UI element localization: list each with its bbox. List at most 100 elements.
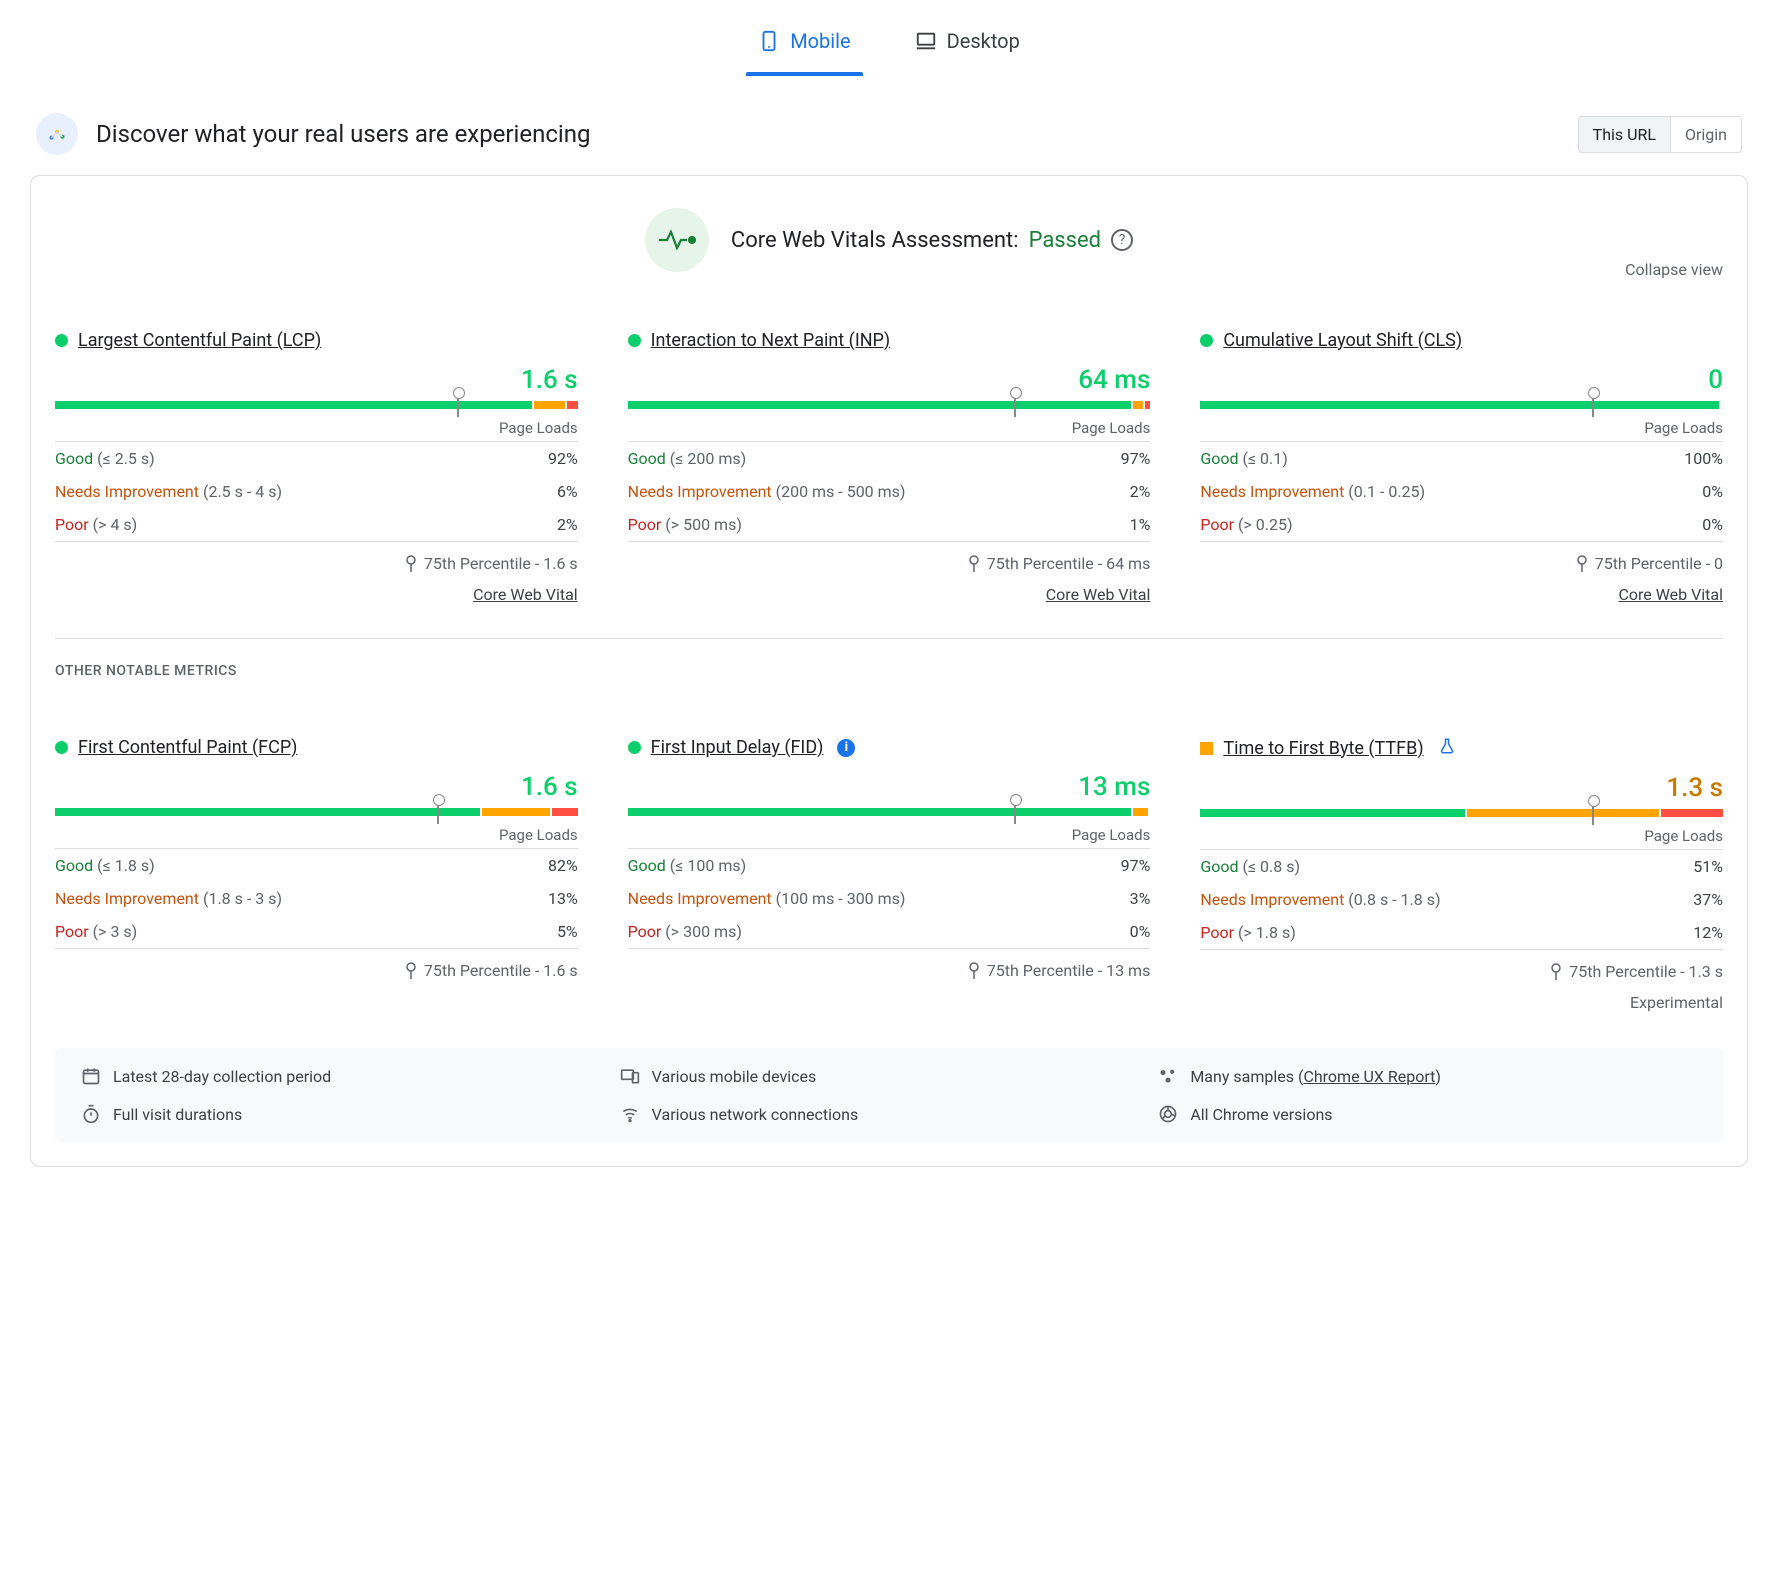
distribution-bar [628,401,1151,409]
status-dot-good [1200,334,1213,347]
percentile-row: 75th Percentile - 1.6 s [55,961,578,980]
core-web-vital-link[interactable]: Core Web Vital [55,585,578,604]
page-loads-label: Page Loads [1200,419,1723,437]
page-loads-label: Page Loads [628,419,1151,437]
desktop-icon [915,26,937,56]
header-row: Discover what your real users are experi… [30,113,1748,155]
percentile-row: 75th Percentile - 13 ms [628,961,1151,980]
footer-collection: Latest 28-day collection period [81,1066,620,1086]
page-loads-label: Page Loads [1200,827,1723,845]
metric-lcp: Largest Contentful Paint (LCP) 1.6 s Pag… [55,330,578,604]
distribution-bar [1200,809,1723,817]
distribution-bar [55,401,578,409]
metric-name-link[interactable]: Largest Contentful Paint (LCP) [78,330,321,351]
other-metrics-heading: OTHER NOTABLE METRICS [55,663,1723,679]
status-square-ni [1200,742,1213,755]
status-dot-good [55,741,68,754]
metric-value: 13 ms [628,772,1151,802]
distribution-table: Good (≤ 100 ms)97% Needs Improvement (10… [628,848,1151,949]
distribution-bar [1200,401,1723,409]
distribution-table: Good (≤ 2.5 s)92% Needs Improvement (2.5… [55,441,578,542]
metric-ttfb: Time to First Byte (TTFB) 1.3 s Page Loa… [1200,737,1723,1012]
metric-value: 1.6 s [55,772,578,802]
percentile-marker [1592,393,1594,417]
percentile-marker [1592,801,1594,825]
page-title: Discover what your real users are experi… [96,120,590,148]
assessment-status: Passed [1029,228,1102,253]
collapse-view-link[interactable]: Collapse view [1625,260,1723,279]
header-left: Discover what your real users are experi… [36,113,590,155]
samples-icon [1158,1066,1178,1086]
percentile-row: 75th Percentile - 1.6 s [55,554,578,573]
tab-desktop[interactable]: Desktop [903,10,1032,76]
metric-value: 64 ms [628,365,1151,395]
assessment-label: Core Web Vitals Assessment: [731,228,1019,253]
stopwatch-icon [81,1104,101,1124]
percentile-marker [1014,393,1016,417]
footer-versions: All Chrome versions [1158,1104,1697,1124]
distribution-table: Good (≤ 0.1)100% Needs Improvement (0.1 … [1200,441,1723,542]
percentile-marker [437,800,439,824]
wifi-icon [620,1104,640,1124]
core-metrics-grid: Largest Contentful Paint (LCP) 1.6 s Pag… [55,330,1723,604]
metric-fcp: First Contentful Paint (FCP) 1.6 s Page … [55,737,578,1012]
metric-fid: First Input Delay (FID) i 13 ms Page Loa… [628,737,1151,1012]
distribution-table: Good (≤ 0.8 s)51% Needs Improvement (0.8… [1200,849,1723,950]
distribution-table: Good (≤ 200 ms)97% Needs Improvement (20… [628,441,1151,542]
chrome-icon [1158,1104,1178,1124]
pin-icon [1549,963,1563,981]
distribution-bar [628,808,1151,816]
percentile-marker [457,393,459,417]
metric-name-link[interactable]: Time to First Byte (TTFB) [1223,738,1423,759]
metric-inp: Interaction to Next Paint (INP) 64 ms Pa… [628,330,1151,604]
device-tabs: Mobile Desktop [30,10,1748,77]
tab-mobile-label: Mobile [790,29,850,53]
distribution-bar [55,808,578,816]
core-web-vital-link[interactable]: Core Web Vital [1200,585,1723,604]
other-metrics-grid: First Contentful Paint (FCP) 1.6 s Page … [55,737,1723,1012]
page-loads-label: Page Loads [628,826,1151,844]
footer-network: Various network connections [620,1104,1159,1124]
pulse-icon [645,208,709,272]
vitals-card: Core Web Vitals Assessment: Passed ? Col… [30,175,1748,1167]
percentile-marker [1014,800,1016,824]
footer-samples: Many samples (Chrome UX Report) [1158,1066,1697,1086]
footer-devices: Various mobile devices [620,1066,1159,1086]
flask-icon[interactable] [1438,737,1456,759]
assessment-banner: Core Web Vitals Assessment: Passed ? [55,208,1723,272]
crux-logo-icon [36,113,78,155]
core-web-vital-link[interactable]: Core Web Vital [628,585,1151,604]
toggle-origin[interactable]: Origin [1670,117,1741,152]
page-loads-label: Page Loads [55,826,578,844]
percentile-row: 75th Percentile - 0 [1200,554,1723,573]
pin-icon [967,962,981,980]
page-loads-label: Page Loads [55,419,578,437]
percentile-row: 75th Percentile - 1.3 s [1200,962,1723,981]
distribution-table: Good (≤ 1.8 s)82% Needs Improvement (1.8… [55,848,578,949]
experimental-label: Experimental [1200,993,1723,1012]
pin-icon [967,555,981,573]
metric-cls: Cumulative Layout Shift (CLS) 0 Page Loa… [1200,330,1723,604]
pin-icon [404,555,418,573]
metric-name-link[interactable]: First Input Delay (FID) [651,737,824,758]
crux-report-link[interactable]: Chrome UX Report [1303,1067,1435,1086]
tab-mobile[interactable]: Mobile [746,10,862,76]
pin-icon [1575,555,1589,573]
calendar-icon [81,1066,101,1086]
metric-name-link[interactable]: First Contentful Paint (FCP) [78,737,297,758]
toggle-this-url[interactable]: This URL [1579,117,1670,152]
status-dot-good [628,741,641,754]
footer-durations: Full visit durations [81,1104,620,1124]
metric-name-link[interactable]: Cumulative Layout Shift (CLS) [1223,330,1462,351]
metric-value: 1.6 s [55,365,578,395]
status-dot-good [628,334,641,347]
mobile-icon [758,26,780,56]
metric-value: 0 [1200,365,1723,395]
info-icon[interactable]: i [837,739,855,757]
scope-toggle: This URL Origin [1578,116,1742,153]
status-dot-good [55,334,68,347]
percentile-row: 75th Percentile - 64 ms [628,554,1151,573]
metric-name-link[interactable]: Interaction to Next Paint (INP) [651,330,891,351]
help-icon[interactable]: ? [1111,229,1133,251]
pin-icon [404,962,418,980]
